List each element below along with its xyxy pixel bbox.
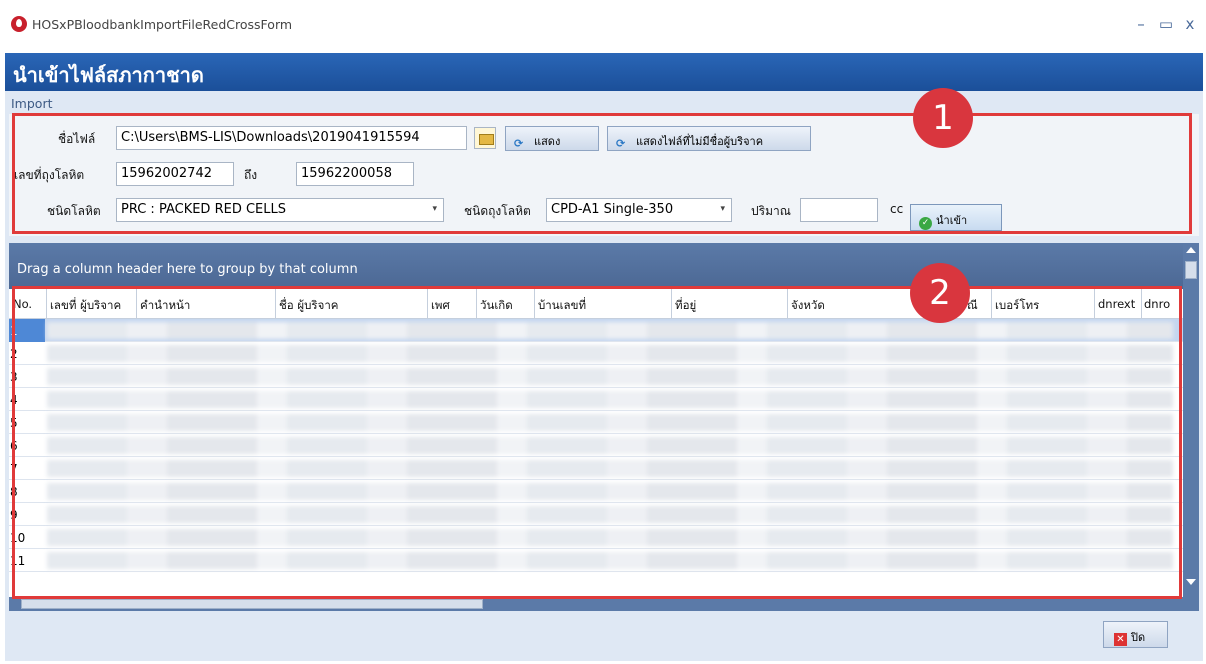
check-circle-icon: ✓ [919,217,932,230]
main-panel: Import ชื่อไฟล์ C:\Users\BMS-LIS\Downloa… [5,91,1203,661]
window-title: HOSxPBloodbankImportFileRedCrossForm [32,17,293,32]
import-group-label: Import [11,96,53,111]
scroll-up-icon[interactable] [1186,247,1196,253]
group-hint: Drag a column header here to group by th… [17,262,358,277]
page-title: นำเข้าไฟล์สภากาชาด [13,63,204,87]
annotation-badge-1: 1 [913,88,973,148]
scroll-down-icon[interactable] [1186,579,1196,585]
import-button[interactable]: ✓ นำเข้า [910,204,1002,231]
scroll-thumb[interactable] [1185,261,1197,279]
close-window-button[interactable]: x [1179,14,1201,34]
annotation-box-2 [12,286,1182,599]
blood-drop-icon [11,16,27,32]
annotation-box-1 [12,113,1192,234]
scroll-thumb[interactable] [21,599,483,609]
horizontal-scrollbar[interactable] [9,597,1199,611]
group-by-panel[interactable]: Drag a column header here to group by th… [9,243,1183,289]
header-banner: นำเข้าไฟล์สภากาชาด [5,53,1203,91]
close-icon: ✕ [1114,633,1127,646]
maximize-button[interactable]: ▭ [1155,14,1177,34]
annotation-badge-2: 2 [910,263,970,323]
vertical-scrollbar[interactable] [1183,243,1199,597]
close-button[interactable]: ✕ ปิด [1103,621,1168,648]
minimize-button[interactable]: – [1130,14,1152,34]
window-titlebar: HOSxPBloodbankImportFileRedCrossForm – ▭… [0,0,1206,44]
